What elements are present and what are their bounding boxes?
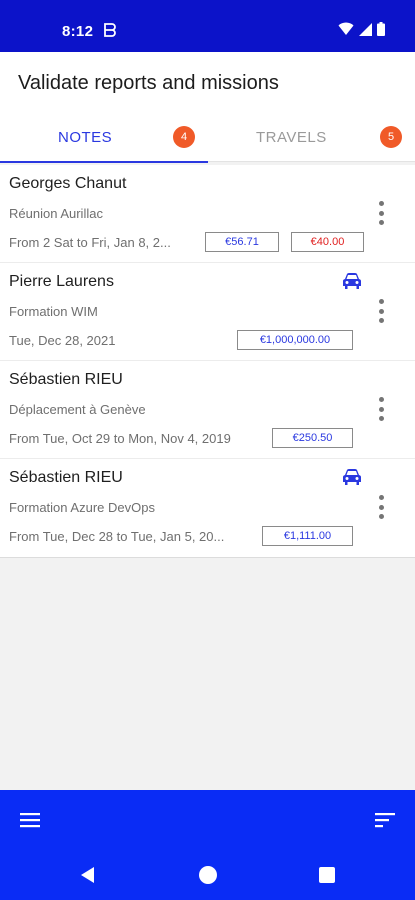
- more-options-icon[interactable]: [373, 298, 389, 324]
- more-options-icon[interactable]: [373, 396, 389, 422]
- app-header: Validate reports and missions: [0, 52, 415, 116]
- car-icon: [343, 273, 361, 289]
- item-name: Sébastien RIEU: [9, 469, 123, 486]
- status-icons: [338, 22, 385, 36]
- list-item[interactable]: Pierre Laurens Formation WIM Tue, Dec 28…: [0, 263, 415, 361]
- page-title: Validate reports and missions: [18, 72, 279, 94]
- tab-bar: NOTES 4 TRAVELS 5: [0, 116, 415, 163]
- status-time: 8:12: [62, 23, 94, 40]
- more-options-icon[interactable]: [373, 494, 389, 520]
- sort-icon[interactable]: [374, 811, 396, 829]
- item-name: Sébastien RIEU: [9, 371, 123, 388]
- tab-notes-badge: 4: [173, 126, 195, 148]
- item-subtitle: Formation WIM: [9, 304, 98, 319]
- item-name: Pierre Laurens: [9, 273, 114, 290]
- system-nav-bar: [0, 850, 415, 900]
- car-icon: [343, 469, 361, 485]
- back-icon[interactable]: [79, 866, 97, 884]
- tab-notes-label: NOTES: [58, 129, 113, 146]
- list-item[interactable]: Georges Chanut Réunion Aurillac From 2 S…: [0, 165, 415, 263]
- item-amount: €1,000,000.00: [237, 330, 353, 350]
- signal-icon: [359, 22, 372, 36]
- list-item[interactable]: Sébastien RIEU Déplacement à Genève From…: [0, 361, 415, 459]
- home-icon[interactable]: [199, 866, 217, 884]
- item-dates: From Tue, Oct 29 to Mon, Nov 4, 2019: [9, 431, 231, 446]
- item-amount-secondary: €40.00: [291, 232, 364, 252]
- item-amount: €56.71: [205, 232, 279, 252]
- more-options-icon[interactable]: [373, 200, 389, 226]
- tab-travels-badge: 5: [380, 126, 402, 148]
- bottom-app-bar: [0, 790, 415, 850]
- tab-travels[interactable]: TRAVELS 5: [208, 116, 415, 162]
- item-subtitle: Déplacement à Genève: [9, 402, 146, 417]
- tab-selected-indicator: [0, 161, 208, 163]
- app-notification-icon: [104, 23, 116, 37]
- item-subtitle: Réunion Aurillac: [9, 206, 103, 221]
- tab-travels-label: TRAVELS: [256, 129, 327, 146]
- list-item[interactable]: Sébastien RIEU Formation Azure DevOps Fr…: [0, 459, 415, 557]
- item-amount: €1,111.00: [262, 526, 353, 546]
- recents-icon[interactable]: [319, 867, 335, 883]
- notes-list: Georges Chanut Réunion Aurillac From 2 S…: [0, 165, 415, 558]
- item-subtitle: Formation Azure DevOps: [9, 500, 155, 515]
- battery-icon: [377, 22, 385, 36]
- item-dates: From 2 Sat to Fri, Jan 8, 2...: [9, 235, 171, 250]
- menu-icon[interactable]: [19, 811, 41, 829]
- wifi-icon: [338, 22, 354, 35]
- item-dates: Tue, Dec 28, 2021: [9, 333, 116, 348]
- item-dates: From Tue, Dec 28 to Tue, Jan 5, 20...: [9, 529, 225, 544]
- item-name: Georges Chanut: [9, 175, 127, 192]
- status-bar: 8:12: [0, 0, 415, 52]
- tab-notes[interactable]: NOTES 4: [0, 116, 208, 163]
- item-amount: €250.50: [272, 428, 353, 448]
